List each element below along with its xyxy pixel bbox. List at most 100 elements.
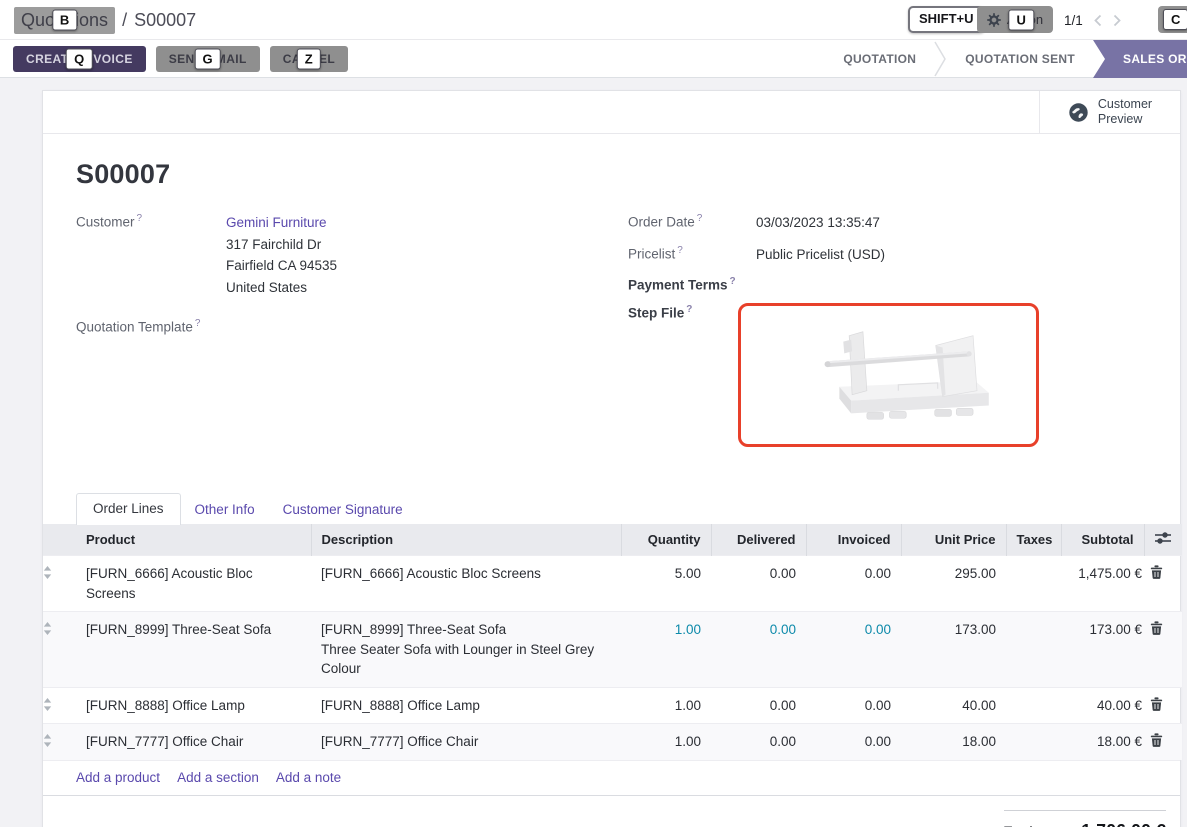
- trash-icon: [1150, 621, 1163, 635]
- cell-delivered[interactable]: 0.00: [711, 556, 806, 612]
- cell-product[interactable]: [FURN_6666] Acoustic Bloc Screens: [76, 556, 311, 612]
- pricelist-value[interactable]: Public Pricelist (USD): [756, 244, 885, 266]
- tab-customer-signature[interactable]: Customer Signature: [269, 495, 417, 524]
- cell-quantity[interactable]: 5.00: [621, 556, 711, 612]
- drag-handle-icon[interactable]: [43, 724, 76, 760]
- cell-product[interactable]: [FURN_8999] Three-Seat Sofa: [76, 612, 311, 688]
- total-label: Total:: [1004, 824, 1036, 827]
- cell-description[interactable]: [FURN_7777] Office Chair: [311, 724, 621, 760]
- cell-invoiced[interactable]: 0.00: [806, 556, 901, 612]
- cell-taxes[interactable]: [1006, 687, 1061, 724]
- optional-columns-button[interactable]: [1144, 524, 1182, 556]
- trash-icon: [1150, 733, 1163, 747]
- status-bar: QUOTATION QUOTATION SENT SALES ORDER: [825, 40, 1187, 78]
- breadcrumb-quotations-link[interactable]: Quotations B: [14, 7, 115, 34]
- cell-taxes[interactable]: [1006, 612, 1061, 688]
- cell-quantity[interactable]: 1.00: [621, 612, 711, 688]
- notebook-tabs: Order Lines Other Info Customer Signatur…: [76, 491, 1180, 524]
- cell-quantity[interactable]: 1.00: [621, 724, 711, 760]
- order-date-value[interactable]: 03/03/2023 13:35:47: [756, 212, 880, 234]
- handle-column-header: [43, 524, 76, 556]
- drag-handle-icon[interactable]: [43, 612, 76, 688]
- delete-row-button[interactable]: [1144, 556, 1182, 612]
- sheet-header: Customer Preview: [43, 91, 1180, 134]
- help-icon: ?: [195, 318, 201, 329]
- drag-handle-icon[interactable]: [43, 556, 76, 612]
- edge-cut-button[interactable]: C: [1158, 6, 1187, 33]
- globe-icon: [1068, 102, 1089, 123]
- cell-delivered[interactable]: 0.00: [711, 724, 806, 760]
- cell-invoiced[interactable]: 0.00: [806, 687, 901, 724]
- kbd-hint-shift-u: SHIFT+U: [908, 6, 985, 33]
- field-quotation-template[interactable]: Quotation Template?: [76, 317, 628, 335]
- cell-quantity[interactable]: 1.00: [621, 687, 711, 724]
- column-header-description[interactable]: Description: [311, 524, 621, 556]
- cell-unit-price[interactable]: 295.00: [901, 556, 1006, 612]
- customer-label: Customer?: [76, 212, 226, 230]
- send-email-button[interactable]: SEND EMAIL G: [156, 46, 260, 72]
- status-step-quotation-sent[interactable]: QUOTATION SENT: [947, 40, 1093, 78]
- cell-delivered[interactable]: 0.00: [711, 612, 806, 688]
- cell-invoiced[interactable]: 0.00: [806, 724, 901, 760]
- delete-row-button[interactable]: [1144, 612, 1182, 688]
- cell-unit-price[interactable]: 173.00: [901, 612, 1006, 688]
- delete-row-button[interactable]: [1144, 687, 1182, 724]
- tab-other-info[interactable]: Other Info: [181, 495, 269, 524]
- breadcrumb: Quotations B / S00007: [14, 0, 196, 40]
- form-sheet: Customer Preview S00007 Customer? Gemini…: [42, 90, 1181, 827]
- customer-address-line: Fairfield CA 94535: [226, 255, 337, 277]
- cell-subtotal: 40.00 €: [1061, 687, 1144, 724]
- cell-invoiced[interactable]: 0.00: [806, 612, 901, 688]
- field-customer: Customer? Gemini Furniture 317 Fairchild…: [76, 212, 628, 298]
- kbd-hint-q: Q: [66, 49, 93, 70]
- cell-unit-price[interactable]: 18.00: [901, 724, 1006, 760]
- add-a-section-link[interactable]: Add a section: [177, 770, 259, 785]
- cell-description[interactable]: [FURN_8999] Three-Seat Sofa Three Seater…: [311, 612, 621, 688]
- status-step-sales-order[interactable]: SALES ORDER: [1093, 40, 1187, 78]
- cell-unit-price[interactable]: 40.00: [901, 687, 1006, 724]
- step-file-image[interactable]: [738, 303, 1039, 447]
- order-total: Total: 1,706.00 €: [1004, 810, 1166, 827]
- column-header-delivered[interactable]: Delivered: [711, 524, 806, 556]
- status-separator-icon: [934, 40, 947, 78]
- column-header-quantity[interactable]: Quantity: [621, 524, 711, 556]
- customer-address-line: 317 Fairchild Dr: [226, 234, 337, 256]
- pager: 1/1: [1064, 0, 1121, 40]
- breadcrumb-separator: /: [122, 10, 127, 31]
- table-add-links: Add a product Add a section Add a note: [43, 760, 1180, 796]
- trash-icon: [1150, 697, 1163, 711]
- table-row: [FURN_8999] Three-Seat Sofa [FURN_8999] …: [43, 612, 1182, 688]
- cancel-button[interactable]: CANCEL Z: [270, 46, 348, 72]
- customer-link[interactable]: Gemini Furniture: [226, 215, 327, 230]
- page-title: S00007: [76, 159, 1180, 190]
- column-header-unit-price[interactable]: Unit Price: [901, 524, 1006, 556]
- add-a-product-link[interactable]: Add a product: [76, 770, 160, 785]
- cell-product[interactable]: [FURN_7777] Office Chair: [76, 724, 311, 760]
- delete-row-button[interactable]: [1144, 724, 1182, 760]
- cell-description[interactable]: [FURN_8888] Office Lamp: [311, 687, 621, 724]
- cell-description[interactable]: [FURN_6666] Acoustic Bloc Screens: [311, 556, 621, 612]
- column-header-product[interactable]: Product: [76, 524, 311, 556]
- order-lines-table: Product Description Quantity Delivered I…: [43, 524, 1182, 760]
- table-header-row: Product Description Quantity Delivered I…: [43, 524, 1182, 556]
- column-header-taxes[interactable]: Taxes: [1006, 524, 1061, 556]
- cell-delivered[interactable]: 0.00: [711, 687, 806, 724]
- cell-taxes[interactable]: [1006, 556, 1061, 612]
- field-pricelist: Pricelist? Public Pricelist (USD): [628, 244, 1180, 266]
- pager-previous-button[interactable]: [1094, 14, 1102, 27]
- customer-preview-button[interactable]: Customer Preview: [1039, 91, 1180, 133]
- add-a-note-link[interactable]: Add a note: [276, 770, 341, 785]
- tab-order-lines[interactable]: Order Lines: [76, 493, 181, 525]
- pager-next-button[interactable]: [1113, 14, 1121, 27]
- terms-and-conditions-input[interactable]: Terms and conditions...: [76, 810, 215, 827]
- customer-address-line: United States: [226, 277, 337, 299]
- create-invoice-button[interactable]: CREATE INVOICE Q: [13, 46, 146, 72]
- cell-product[interactable]: [FURN_8888] Office Lamp: [76, 687, 311, 724]
- column-header-subtotal[interactable]: Subtotal: [1061, 524, 1144, 556]
- drag-handle-icon[interactable]: [43, 687, 76, 724]
- action-menu-button[interactable]: Action U: [977, 6, 1053, 33]
- status-step-quotation[interactable]: QUOTATION: [825, 40, 934, 78]
- action-bar: CREATE INVOICE Q SEND EMAIL G CANCEL Z Q…: [0, 40, 1187, 78]
- cell-taxes[interactable]: [1006, 724, 1061, 760]
- column-header-invoiced[interactable]: Invoiced: [806, 524, 901, 556]
